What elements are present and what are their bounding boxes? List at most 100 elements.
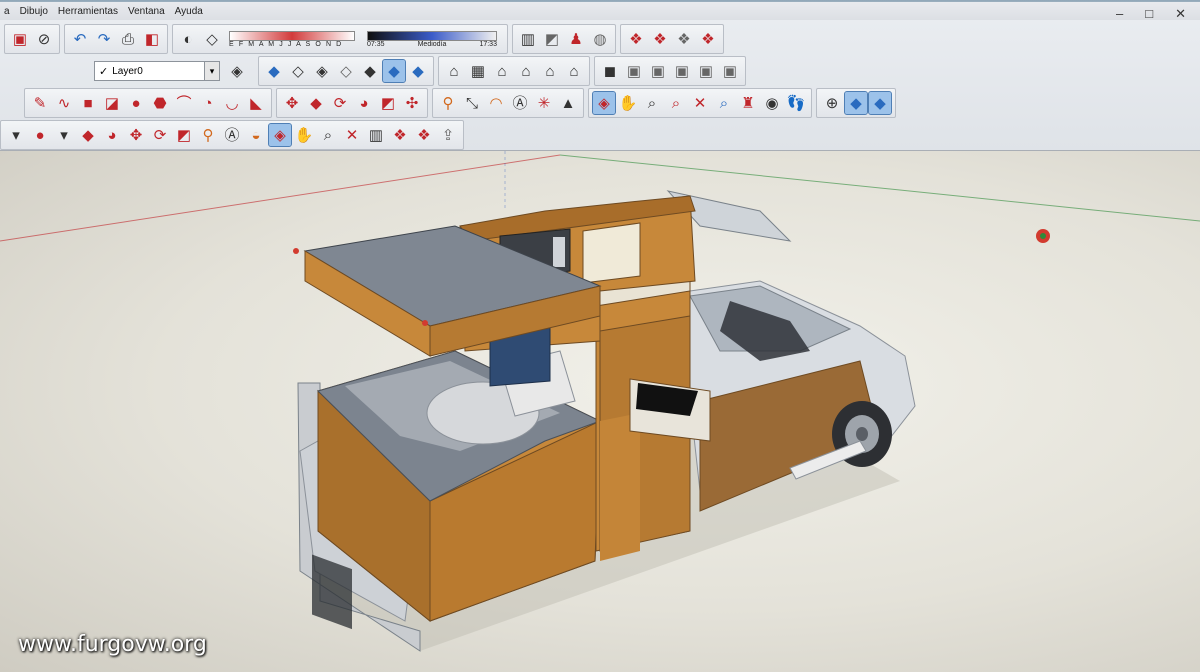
layer-select[interactable]: ✓ Layer0 ▾: [94, 61, 220, 81]
display-sections-icon[interactable]: ◆: [844, 91, 868, 115]
position-camera-icon[interactable]: ◩: [541, 28, 563, 50]
move-2-icon[interactable]: ✥: [125, 124, 147, 146]
front-view-icon[interactable]: ⌂: [491, 60, 513, 82]
pan-2-icon[interactable]: ✋: [293, 124, 315, 146]
text-2-icon[interactable]: Ⓐ: [221, 124, 243, 146]
print-icon[interactable]: ⎙: [117, 28, 139, 50]
menu-item-tools[interactable]: Herramientas: [58, 6, 118, 17]
fog-icon[interactable]: ◇: [201, 28, 223, 50]
axes-icon[interactable]: ✳: [533, 92, 555, 114]
styles-icon[interactable]: ❖: [413, 124, 435, 146]
circle-dropdown-icon[interactable]: ●: [29, 124, 51, 146]
get-models-icon[interactable]: ◍: [589, 28, 611, 50]
right-view-icon[interactable]: ⌂: [515, 60, 537, 82]
arc-icon[interactable]: ⌒: [173, 92, 195, 114]
eraser-icon[interactable]: ⊘: [33, 28, 55, 50]
chevron-down-icon[interactable]: ▾: [204, 62, 219, 80]
zoom-extents-2-icon[interactable]: ✕: [341, 124, 363, 146]
menu-item-window[interactable]: Ventana: [128, 6, 165, 17]
shaded-icon[interactable]: ◆: [359, 60, 381, 82]
subtract-icon[interactable]: ▣: [695, 60, 717, 82]
3point-arc-icon[interactable]: ◡: [221, 92, 243, 114]
section-cuts-icon[interactable]: ◆: [868, 91, 892, 115]
zoom-previous-icon[interactable]: ⌕: [713, 92, 735, 114]
menu-item-help[interactable]: Ayuda: [175, 6, 203, 17]
move-icon[interactable]: ✥: [281, 92, 303, 114]
redo-icon[interactable]: ↷: [93, 28, 115, 50]
shadow-time-bar[interactable]: [367, 30, 497, 41]
rotated-rectangle-icon[interactable]: ◪: [101, 92, 123, 114]
orbit-2-icon[interactable]: ◈: [268, 123, 292, 147]
dimension-icon[interactable]: ⤡: [461, 92, 483, 114]
scale-icon[interactable]: ◩: [377, 92, 399, 114]
polygon-icon[interactable]: ⬣: [149, 92, 171, 114]
left-view-icon[interactable]: ⌂: [563, 60, 585, 82]
intersect-icon[interactable]: ▣: [647, 60, 669, 82]
hidden-line-icon[interactable]: ◇: [335, 60, 357, 82]
menu-item-draw[interactable]: Dibujo: [20, 6, 48, 17]
solid-tools-icon[interactable]: ◼: [599, 60, 621, 82]
layer-manager-icon[interactable]: ◈: [226, 60, 248, 82]
wireframe-icon[interactable]: ◈: [311, 60, 333, 82]
push-pull-icon[interactable]: ◆: [305, 92, 327, 114]
shadows-icon[interactable]: ◐: [177, 28, 199, 50]
warehouse-icon[interactable]: ❖: [649, 28, 671, 50]
components-icon[interactable]: ▥: [365, 124, 387, 146]
xray-icon[interactable]: ◆: [263, 60, 285, 82]
trim-icon[interactable]: ▣: [719, 60, 741, 82]
zoom-window-icon[interactable]: ⌕: [665, 92, 687, 114]
text-icon[interactable]: Ⓐ: [509, 92, 531, 114]
rotate-icon[interactable]: ⟳: [329, 92, 351, 114]
arc-dropdown-icon[interactable]: ▾: [5, 124, 27, 146]
2point-arc-icon[interactable]: ◣: [245, 92, 267, 114]
zoom-2-icon[interactable]: ⌕: [317, 124, 339, 146]
shadow-month-bar[interactable]: [229, 30, 355, 41]
pie-icon[interactable]: ◔: [197, 92, 219, 114]
iso-view-icon[interactable]: ⌂: [443, 60, 465, 82]
menu-item-file[interactable]: a: [4, 6, 10, 17]
extension-1-icon[interactable]: ❖: [673, 28, 695, 50]
shadow-month-slider[interactable]: E F M A M J J A S O N D: [229, 30, 355, 48]
paint-bucket-icon[interactable]: ◒: [245, 124, 267, 146]
look-around-icon[interactable]: ♟: [565, 28, 587, 50]
extension-2-icon[interactable]: ❖: [697, 28, 719, 50]
back-edges-icon[interactable]: ◇: [287, 60, 309, 82]
orbit-icon[interactable]: ◈: [592, 91, 616, 115]
position-camera-2-icon[interactable]: ♜: [737, 92, 759, 114]
freehand-icon[interactable]: ∿: [53, 92, 75, 114]
offset-icon[interactable]: ✣: [401, 92, 423, 114]
zoom-icon[interactable]: ⌕: [641, 92, 663, 114]
circle-icon[interactable]: ●: [125, 92, 147, 114]
scale-2-icon[interactable]: ◩: [173, 124, 195, 146]
zoom-extents-icon[interactable]: ✕: [689, 92, 711, 114]
back-view-icon[interactable]: ⌂: [539, 60, 561, 82]
follow-me-2-icon[interactable]: ◕: [101, 124, 123, 146]
walkthrough-icon[interactable]: ▥: [517, 28, 539, 50]
top-view-icon[interactable]: ▦: [467, 60, 489, 82]
pan-icon[interactable]: ✋: [617, 92, 639, 114]
push-pull-2-icon[interactable]: ◆: [77, 124, 99, 146]
section-plane-icon[interactable]: ⊕: [821, 92, 843, 114]
shadow-time-slider[interactable]: 07:35 Mediodía 17:33: [367, 30, 497, 48]
share-model-icon[interactable]: ❖: [625, 28, 647, 50]
rotate-2-icon[interactable]: ⟳: [149, 124, 171, 146]
follow-me-icon[interactable]: ◕: [353, 92, 375, 114]
tape-2-icon[interactable]: ⚲: [197, 124, 219, 146]
send-to-layout-icon[interactable]: ⇪: [437, 124, 459, 146]
undo-icon[interactable]: ↶: [69, 28, 91, 50]
3d-text-icon[interactable]: ▲: [557, 92, 579, 114]
model-info-icon[interactable]: ◧: [141, 28, 163, 50]
shaded-textures-icon[interactable]: ◆: [382, 59, 406, 83]
union-icon[interactable]: ▣: [671, 60, 693, 82]
walk-icon[interactable]: 👣: [785, 92, 807, 114]
protractor-icon[interactable]: ◠: [485, 92, 507, 114]
chevron-down-icon[interactable]: ▾: [53, 124, 75, 146]
materials-icon[interactable]: ❖: [389, 124, 411, 146]
tape-measure-icon[interactable]: ⚲: [437, 92, 459, 114]
rectangle-icon[interactable]: ■: [77, 92, 99, 114]
pencil-icon[interactable]: ✎: [29, 92, 51, 114]
modeling-viewport[interactable]: [0, 151, 1200, 672]
monochrome-icon[interactable]: ◆: [407, 60, 429, 82]
outer-shell-icon[interactable]: ▣: [623, 60, 645, 82]
look-around-2-icon[interactable]: ◉: [761, 92, 783, 114]
